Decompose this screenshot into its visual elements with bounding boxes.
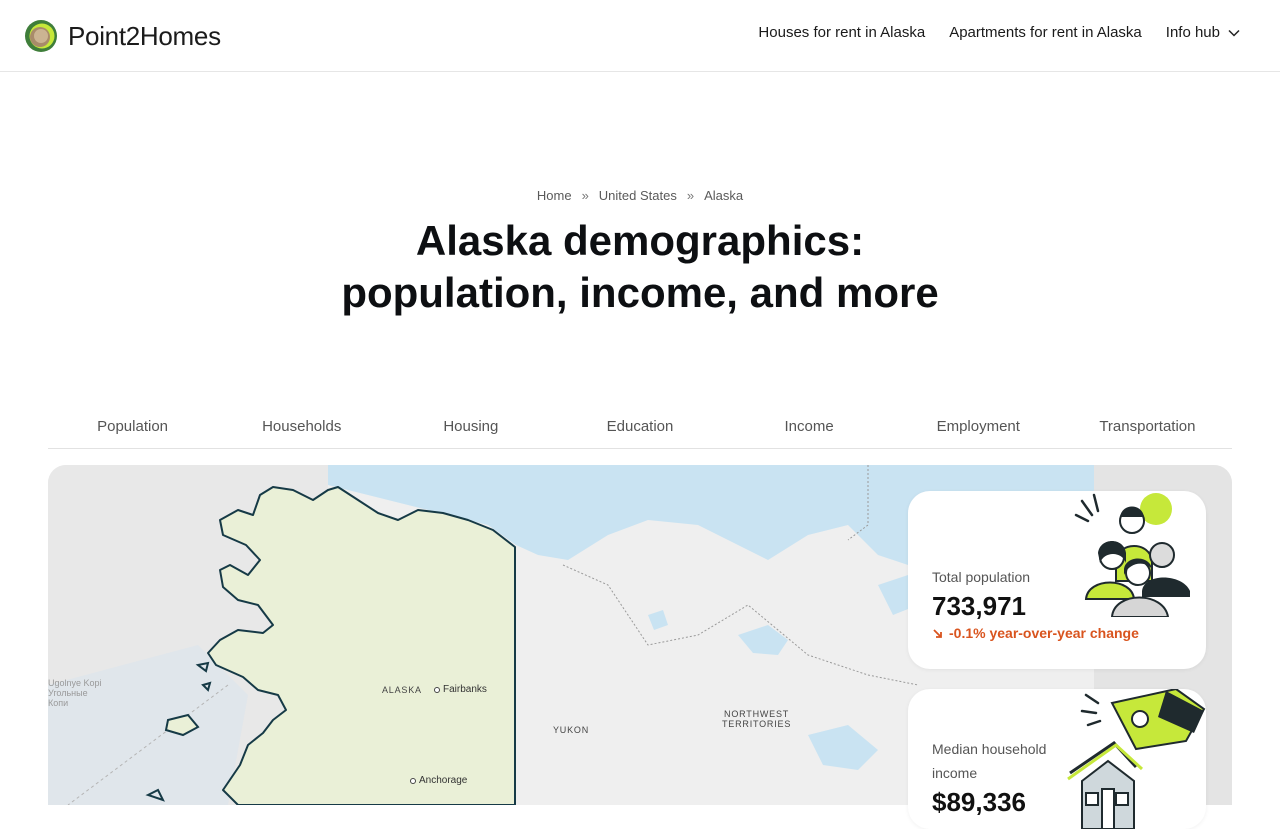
tab-housing[interactable]: Housing bbox=[389, 410, 552, 448]
nav-info-hub[interactable]: Info hub bbox=[1166, 24, 1240, 41]
income-label: Median household income bbox=[932, 737, 1046, 785]
nav-houses-for-rent[interactable]: Houses for rent in Alaska bbox=[758, 24, 925, 41]
breadcrumb: Home » United States » Alaska bbox=[0, 188, 1280, 203]
people-group-illustration bbox=[1074, 493, 1190, 617]
faint-line-1: Ugolnye Kopi bbox=[48, 678, 102, 688]
breadcrumb-home[interactable]: Home bbox=[537, 188, 572, 203]
population-label: Total population bbox=[932, 569, 1031, 585]
median-household-income-card: Median household income $89,336 bbox=[908, 689, 1206, 829]
city-marker-icon bbox=[434, 686, 440, 693]
population-change: -0.1% year-over-year change bbox=[932, 625, 1139, 641]
breadcrumb-separator: » bbox=[581, 188, 589, 203]
nwt-line-1: NORTHWEST bbox=[724, 709, 790, 719]
tab-education[interactable]: Education bbox=[558, 410, 721, 448]
income-value: $89,336 bbox=[932, 787, 1026, 817]
brand-logo[interactable]: Point2Homes bbox=[24, 18, 221, 54]
breadcrumb-united-states[interactable]: United States bbox=[599, 188, 677, 203]
hero-section: Home » United States » Alaska Alaska dem… bbox=[0, 188, 1280, 319]
income-label-line-2: income bbox=[932, 765, 978, 781]
map-city-anchorage[interactable]: Anchorage bbox=[410, 775, 467, 786]
map-city-fairbanks[interactable]: Fairbanks bbox=[434, 684, 487, 695]
brand-name: Point2Homes bbox=[68, 20, 221, 51]
top-navigation-bar: Point2Homes Houses for rent in Alaska Ap… bbox=[0, 0, 1280, 72]
breadcrumb-separator: » bbox=[686, 188, 695, 203]
tab-income[interactable]: Income bbox=[728, 410, 891, 448]
info-hub-label: Info hub bbox=[1165, 24, 1220, 41]
faint-line-3: Копи bbox=[48, 698, 69, 708]
total-population-card: Total population 733,971 -0.1% year-over… bbox=[908, 491, 1206, 669]
tab-transportation[interactable]: Transportation bbox=[1066, 410, 1229, 448]
map-label-alaska: ALASKA bbox=[382, 685, 422, 695]
page-title-line-2: population, income, and more bbox=[341, 269, 939, 316]
tab-employment[interactable]: Employment bbox=[897, 410, 1060, 448]
map-label-ugolnye-kopi: Ugolnye Kopi Угольные Копи bbox=[48, 678, 102, 708]
population-value: 733,971 bbox=[932, 591, 1026, 621]
faint-line-2: Угольные bbox=[48, 688, 88, 698]
income-label-line-1: Median household bbox=[932, 741, 1047, 757]
map-label-yukon: YUKON bbox=[553, 725, 590, 735]
logo-icon bbox=[24, 19, 58, 53]
chevron-down-icon bbox=[1228, 29, 1240, 37]
main-nav: Houses for rent in Alaska Apartments for… bbox=[758, 24, 1240, 41]
page-title: Alaska demographics: population, income,… bbox=[0, 215, 1280, 319]
city-name: Fairbanks bbox=[443, 684, 487, 695]
map-label-northwest-territories: NORTHWEST TERRITORIES bbox=[722, 709, 791, 729]
page-title-line-1: Alaska demographics: bbox=[415, 217, 865, 264]
arrow-down-right-icon bbox=[933, 628, 942, 638]
house-money-illustration bbox=[1067, 689, 1206, 829]
tab-households[interactable]: Households bbox=[220, 410, 383, 448]
city-name: Anchorage bbox=[419, 775, 468, 786]
breadcrumb-alaska[interactable]: Alaska bbox=[704, 188, 743, 203]
section-tabs: Population Households Housing Education … bbox=[48, 410, 1232, 449]
tab-population[interactable]: Population bbox=[51, 410, 214, 448]
population-change-text: -0.1% year-over-year change bbox=[949, 625, 1139, 641]
nwt-line-2: TERRITORIES bbox=[722, 719, 792, 729]
nav-apartments-for-rent[interactable]: Apartments for rent in Alaska bbox=[949, 24, 1142, 41]
city-marker-icon bbox=[410, 777, 416, 784]
